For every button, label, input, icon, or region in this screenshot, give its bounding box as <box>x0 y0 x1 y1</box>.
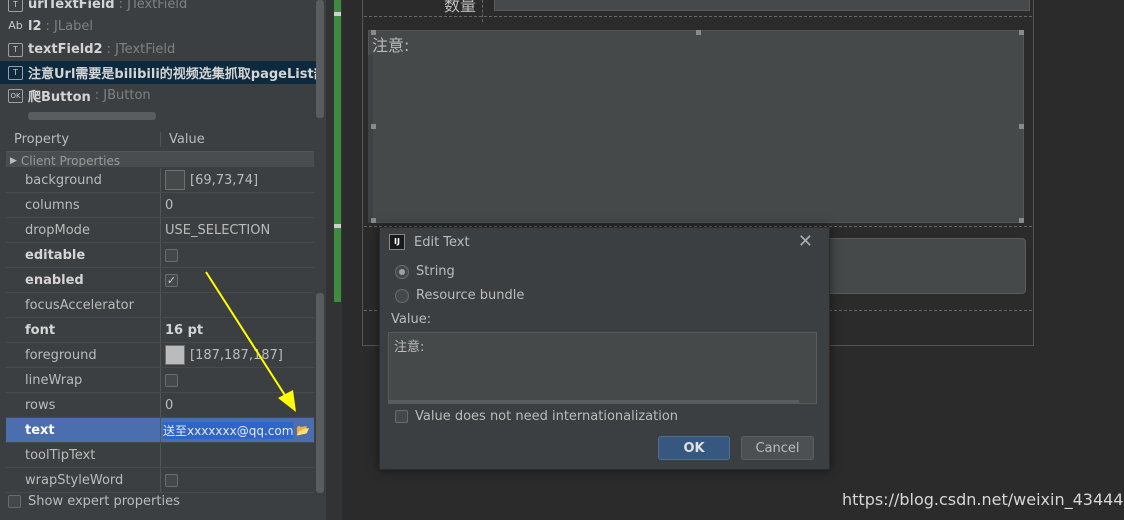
ide-window: T urlTextField : JTextField Ab l2 : JLab… <box>0 0 1124 520</box>
annotation-arrow <box>205 271 296 412</box>
